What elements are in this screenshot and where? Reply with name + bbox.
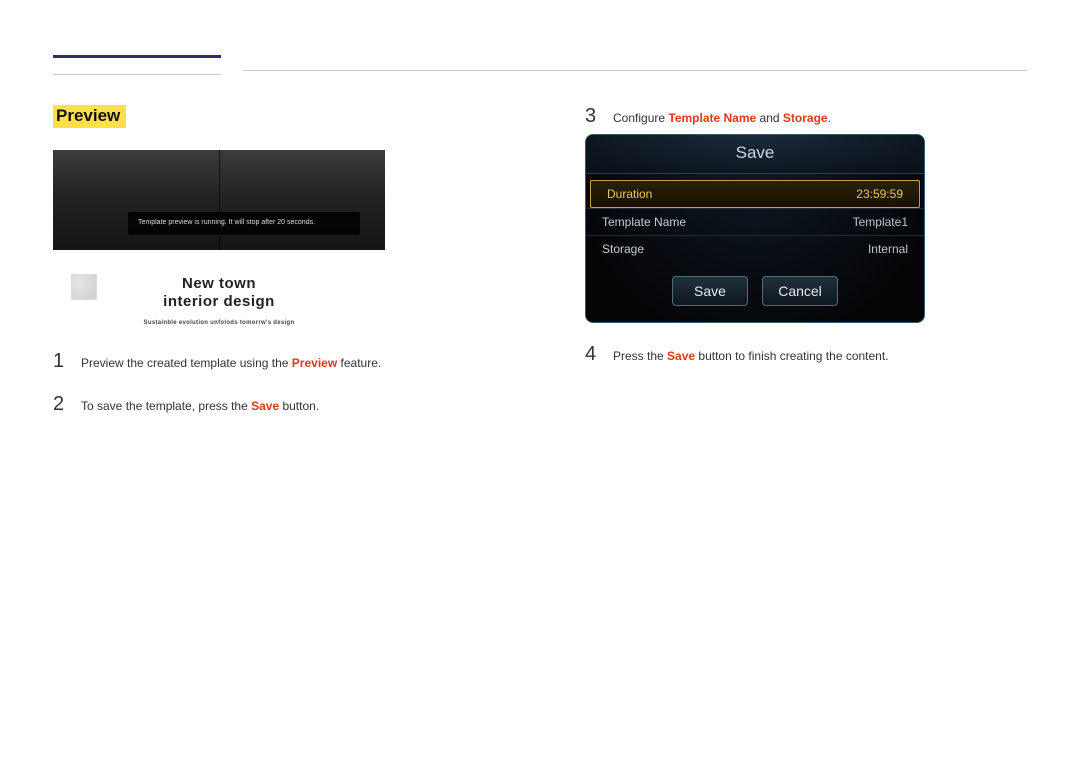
header-line (243, 70, 1027, 71)
step-text-post: feature. (337, 356, 381, 370)
step-row: 1 Preview the created template using the… (53, 350, 495, 373)
preview-title-line1: New town (53, 275, 385, 292)
preview-tagline: Sustainble evolution unfolods tomorrw's … (53, 320, 385, 326)
dialog-row-label: Template Name (602, 215, 686, 229)
step-text: Press the Save button to finish creating… (613, 347, 889, 365)
step-text-highlight: Template Name (668, 111, 756, 125)
dialog-row-duration[interactable]: Duration 23:59:59 (590, 180, 920, 208)
dialog-row-label: Duration (607, 187, 652, 201)
step-text-pre: Configure (613, 111, 668, 125)
step-text: To save the template, press the Save but… (81, 397, 319, 415)
preview-thumb-icon (71, 274, 97, 300)
step-row: 4 Press the Save button to finish creati… (585, 343, 1027, 366)
step-text-highlight: Storage (783, 111, 828, 125)
preview-title-line2: interior design (53, 293, 385, 310)
step-text-highlight: Preview (292, 356, 337, 370)
step-text-post: . (828, 111, 831, 125)
dialog-title: Save (586, 135, 924, 174)
dialog-row-value: 23:59:59 (856, 187, 903, 201)
step-text-post: button to finish creating the content. (695, 349, 888, 363)
preview-bottom: New town interior design Sustainble evol… (53, 260, 385, 330)
dialog-row-value: Internal (868, 242, 908, 256)
dialog-row-label: Storage (602, 242, 644, 256)
step-number: 2 (53, 393, 67, 416)
step-number: 3 (585, 105, 599, 128)
preview-mock: Template preview is running. It will sto… (53, 150, 385, 250)
step-text-pre: Preview the created template using the (81, 356, 292, 370)
step-text: Preview the created template using the P… (81, 354, 381, 372)
header-rule (53, 55, 1027, 75)
dialog-row-value: Template1 (853, 215, 908, 229)
save-dialog: Save Duration 23:59:59 Template Name Tem… (585, 134, 925, 323)
save-button[interactable]: Save (672, 276, 748, 306)
step-text-pre: To save the template, press the (81, 399, 251, 413)
step-text-pre: Press the (613, 349, 667, 363)
dialog-row-template-name[interactable]: Template Name Template1 (586, 208, 924, 235)
header-accent (53, 55, 221, 75)
step-text-mid: and (756, 111, 783, 125)
step-row: 3 Configure Template Name and Storage. (585, 105, 1027, 128)
step-number: 4 (585, 343, 599, 366)
cancel-button[interactable]: Cancel (762, 276, 838, 306)
step-row: 2 To save the template, press the Save b… (53, 393, 495, 416)
dialog-row-storage[interactable]: Storage Internal (586, 235, 924, 262)
step-text-post: button. (279, 399, 319, 413)
step-number: 1 (53, 350, 67, 373)
section-heading: Preview (53, 105, 126, 128)
step-text: Configure Template Name and Storage. (613, 109, 831, 127)
step-text-highlight: Save (251, 399, 279, 413)
preview-toast: Template preview is running. It will sto… (128, 212, 360, 235)
left-column: Preview Template preview is running. It … (53, 105, 495, 416)
step-text-highlight: Save (667, 349, 695, 363)
right-column: 3 Configure Template Name and Storage. S… (585, 105, 1027, 416)
